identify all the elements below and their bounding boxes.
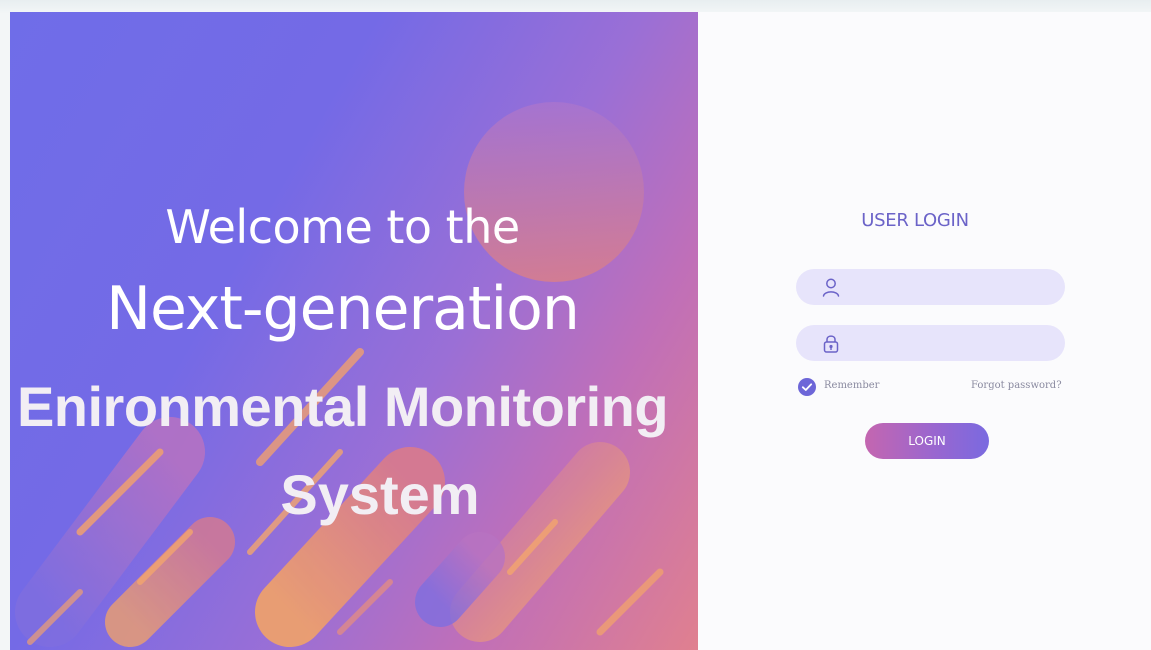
- welcome-heading: Welcome to the Next-generation Enironmen…: [10, 12, 698, 650]
- username-input[interactable]: [852, 269, 1056, 307]
- welcome-line-3: Enironmental Monitoring: [16, 375, 669, 438]
- forgot-password-link[interactable]: Forgot password?: [971, 380, 1062, 391]
- remember-checkbox-checked-icon[interactable]: [798, 378, 816, 396]
- lock-icon: [823, 335, 839, 353]
- login-button[interactable]: LOGIN: [865, 423, 989, 459]
- password-input[interactable]: [852, 325, 1056, 363]
- welcome-line-1: Welcome to the: [165, 200, 520, 254]
- welcome-line-4: System: [280, 463, 480, 526]
- user-icon: [822, 278, 840, 297]
- login-title: USER LOGIN: [861, 210, 969, 231]
- username-field[interactable]: [796, 269, 1065, 307]
- remember-label: Remember: [824, 380, 880, 391]
- login-form-panel: USER LOGIN Remember Forgot password? LOG…: [698, 12, 1151, 650]
- welcome-hero-panel: Welcome to the Next-generation Enironmen…: [10, 12, 698, 650]
- login-page: Welcome to the Next-generation Enironmen…: [0, 0, 1151, 650]
- welcome-line-2: Next-generation: [106, 274, 580, 344]
- password-field[interactable]: [796, 325, 1065, 363]
